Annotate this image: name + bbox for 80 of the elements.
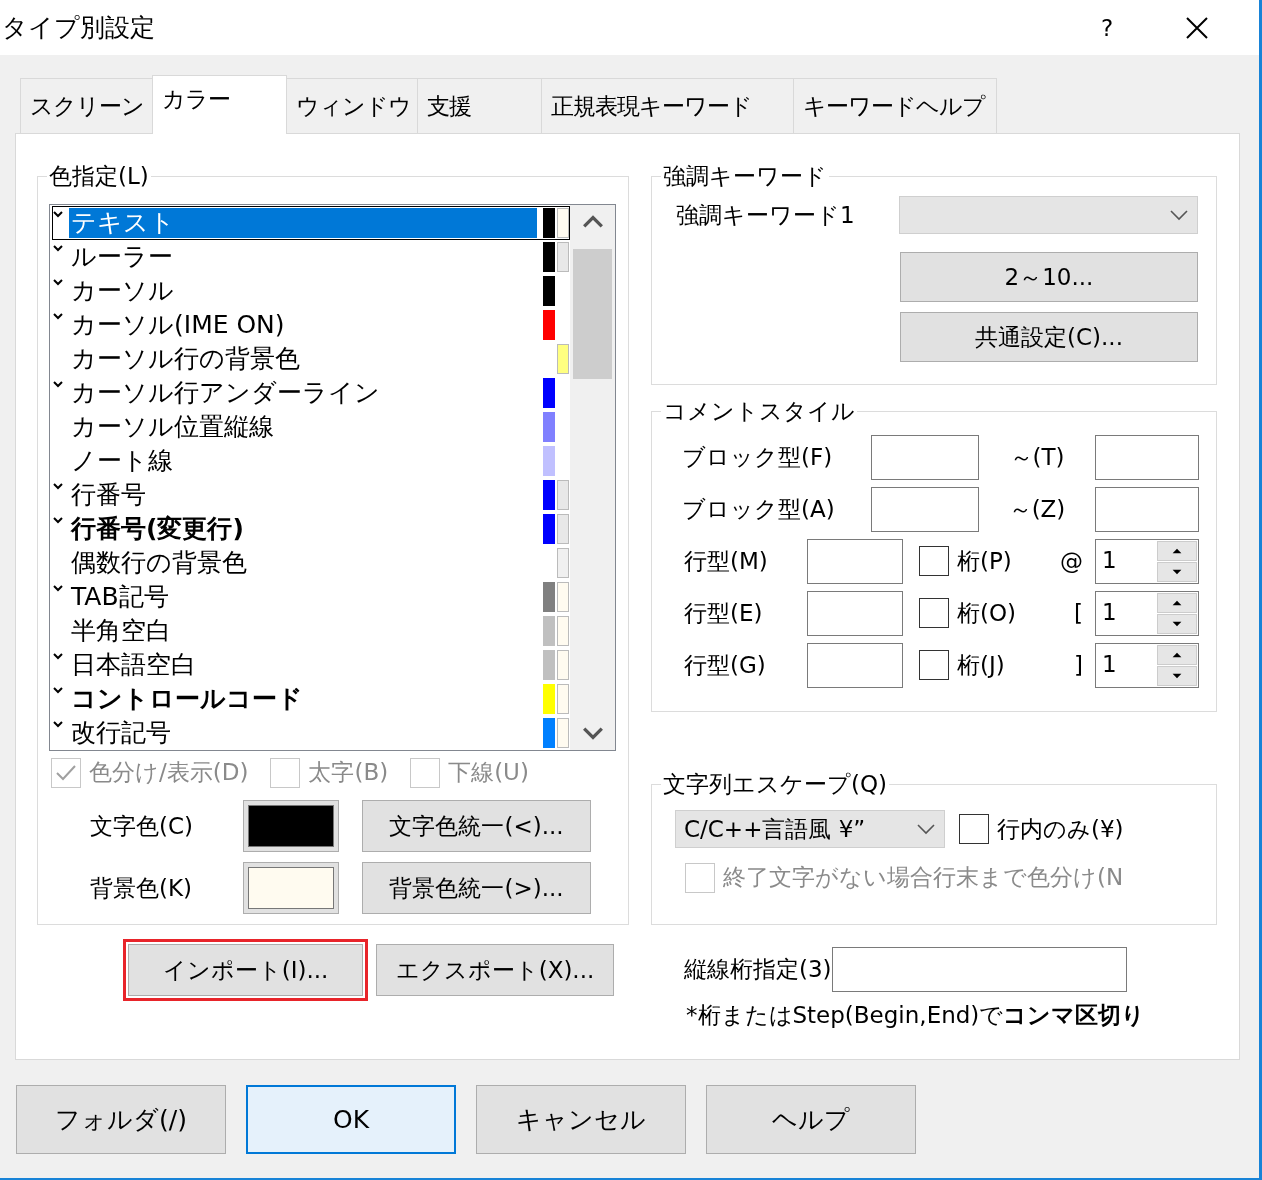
input-field[interactable]	[871, 486, 979, 532]
input-field[interactable]	[871, 434, 979, 480]
field-label: ブロック型(F)	[681, 442, 834, 472]
field-label: ～(T)	[1008, 442, 1066, 472]
field-label: 文字色(C)	[89, 811, 194, 841]
number-field[interactable]: 1	[1095, 642, 1199, 688]
input-field[interactable]	[807, 538, 903, 584]
checkbox[interactable]: 桁(O)	[919, 597, 1039, 629]
prefix-label: [	[1073, 600, 1084, 626]
checkbox[interactable]: 桁(J)	[919, 649, 1039, 681]
prefix-label: @	[1059, 548, 1084, 574]
scroll-down-icon[interactable]	[581, 726, 604, 740]
list-item[interactable]: コントロールコード	[52, 682, 570, 716]
dialog-button[interactable]: フォルダ(/)	[16, 1085, 226, 1154]
input-field[interactable]	[807, 590, 903, 636]
list-item[interactable]: テキスト	[52, 206, 570, 240]
list-item[interactable]: カーソル	[52, 274, 570, 308]
list-item[interactable]: カーソル(IME ON)	[52, 308, 570, 342]
spin-down-button[interactable]	[1157, 613, 1197, 634]
dropdown[interactable]: C/C++言語風 ¥”	[675, 810, 945, 848]
checkbox[interactable]: 行内のみ(¥)	[959, 813, 1124, 845]
list-item[interactable]: TAB記号	[52, 580, 570, 614]
dialog-button[interactable]: キャンセル	[476, 1085, 686, 1154]
spin-up-button[interactable]	[1157, 592, 1197, 613]
spin-up-button[interactable]	[1157, 540, 1197, 561]
tab[interactable]: カラー	[152, 75, 287, 134]
dialog-button[interactable]: OK	[246, 1085, 456, 1154]
list-item[interactable]: 行番号(変更行)	[52, 512, 570, 546]
field-label: 行型(E)	[683, 598, 764, 628]
tab[interactable]: スクリーン	[20, 78, 153, 133]
export-button[interactable]: エクスポート(X)...	[376, 944, 614, 996]
field-label: 行型(G)	[683, 650, 767, 680]
close-icon[interactable]	[1185, 15, 1209, 40]
list-item[interactable]: カーソル行の背景色	[52, 342, 570, 376]
input-field[interactable]	[807, 642, 903, 688]
list-item[interactable]: 改行記号	[52, 716, 570, 750]
unify-button[interactable]: 背景色統一(>)...	[362, 862, 591, 914]
dialog-button[interactable]: 共通設定(C)...	[900, 312, 1198, 362]
dialog-button[interactable]: ヘルプ	[706, 1085, 916, 1154]
unify-button[interactable]: 文字色統一(<)...	[362, 800, 591, 852]
chevron-down-icon	[916, 823, 936, 835]
check-icon	[55, 763, 77, 782]
tab[interactable]: キーワードヘルプ	[793, 78, 997, 133]
number-field[interactable]: 1	[1095, 590, 1199, 636]
number-field[interactable]: 1	[1095, 538, 1199, 584]
input-field[interactable]	[1095, 486, 1199, 532]
field-label: 強調キーワード1	[675, 200, 856, 230]
help-button[interactable]: ?	[1087, 14, 1127, 41]
checkbox[interactable]: 桁(P)	[919, 545, 1039, 577]
input-field[interactable]	[831, 947, 1127, 992]
list-item[interactable]: ノート線	[52, 444, 570, 478]
window-title: タイプ別設定	[2, 12, 156, 44]
list-item[interactable]: カーソル行アンダーライン	[52, 376, 570, 410]
import-button[interactable]: インポート(I)...	[128, 944, 363, 996]
group-title: 強調キーワード	[662, 162, 828, 191]
field-label: 縦線桁指定(3)	[684, 955, 832, 984]
chevron-down-icon	[1169, 209, 1189, 221]
prefix-label: ]	[1073, 652, 1084, 678]
group-title: 色指定(L)	[48, 162, 150, 191]
input-field[interactable]	[1095, 434, 1199, 480]
scroll-thumb[interactable]	[573, 249, 612, 379]
scrollbar[interactable]	[570, 205, 615, 750]
spin-up-button[interactable]	[1157, 644, 1197, 665]
hint-text: *桁またはStep(Begin,End)でコンマ区切り	[686, 1001, 1147, 1030]
field-label: ～(Z)	[1007, 494, 1067, 524]
list-item[interactable]: 偶数行の背景色	[52, 546, 570, 580]
scroll-up-icon[interactable]	[581, 215, 604, 229]
dialog-button[interactable]: 2～10...	[900, 252, 1198, 302]
group-title: 文字列エスケープ(Q)	[662, 770, 889, 799]
list-item[interactable]: 半角空白	[52, 614, 570, 648]
spin-down-button[interactable]	[1157, 665, 1197, 686]
field-label: ブロック型(A)	[681, 494, 836, 524]
field-label: 背景色(K)	[89, 873, 194, 903]
list-item[interactable]: カーソル位置縦線	[52, 410, 570, 444]
spin-down-button[interactable]	[1157, 561, 1197, 582]
list-item[interactable]: 行番号	[52, 478, 570, 512]
list-item[interactable]: ルーラー	[52, 240, 570, 274]
field-label: 行型(M)	[683, 546, 769, 576]
group-title: コメントスタイル	[662, 397, 856, 426]
list-item[interactable]: 日本語空白	[52, 648, 570, 682]
